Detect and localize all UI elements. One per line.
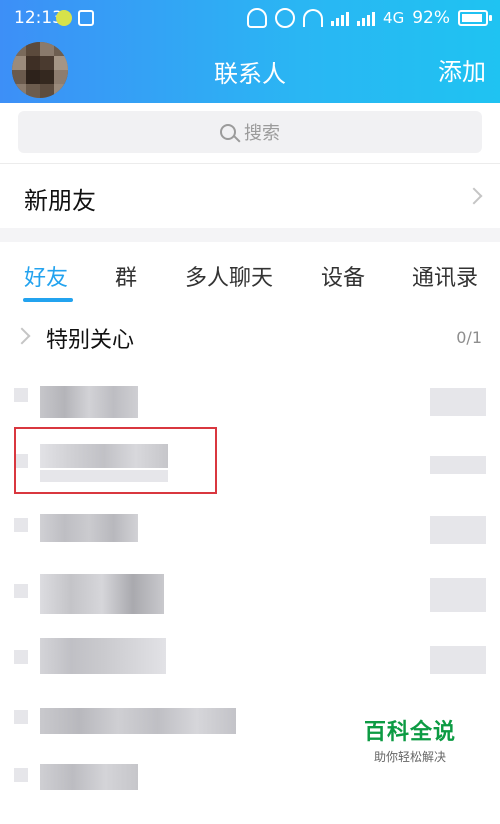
active-tab-indicator bbox=[23, 298, 73, 302]
blurred-status bbox=[430, 456, 486, 474]
watermark-tagline: 助你轻松解决 bbox=[373, 750, 446, 764]
blurred-avatar bbox=[14, 768, 28, 782]
tab-friends[interactable]: 好友 bbox=[24, 260, 68, 292]
watermark-brand: 百科全说 bbox=[363, 720, 456, 745]
battery-icon bbox=[458, 10, 492, 26]
blurred-name bbox=[40, 708, 236, 734]
tab-address-book[interactable]: 通讯录 bbox=[412, 260, 478, 292]
watermark: 百科全说 助你轻松解决 bbox=[364, 714, 456, 765]
blurred-avatar bbox=[14, 710, 28, 724]
new-friends-row[interactable]: 新朋友 bbox=[0, 164, 500, 228]
section-gap bbox=[0, 228, 500, 242]
blurred-name bbox=[40, 638, 166, 674]
group-special-care[interactable]: 特别关心 0/1 bbox=[0, 304, 500, 368]
blurred-name bbox=[40, 764, 138, 790]
header: 12:13 4G 92% 联系人 添加 bbox=[0, 0, 500, 103]
blurred-status bbox=[430, 516, 486, 544]
signal-icon bbox=[331, 10, 350, 26]
chevron-right-icon bbox=[465, 187, 483, 205]
group-count: 0/1 bbox=[456, 328, 482, 347]
wifi-icon bbox=[303, 9, 324, 27]
list-item[interactable] bbox=[0, 760, 500, 824]
alarm-icon bbox=[275, 8, 296, 28]
blurred-status bbox=[430, 578, 486, 612]
tab-multi-chat[interactable]: 多人聊天 bbox=[185, 260, 273, 292]
group-label: 特别关心 bbox=[46, 328, 135, 353]
blurred-status bbox=[430, 646, 486, 674]
title-bar: 联系人 添加 bbox=[0, 34, 500, 103]
list-item[interactable] bbox=[0, 370, 500, 434]
blurred-avatar bbox=[14, 388, 28, 402]
list-item[interactable] bbox=[0, 500, 500, 564]
tab-devices[interactable]: 设备 bbox=[321, 260, 365, 292]
blurred-avatar bbox=[14, 650, 28, 664]
search-placeholder: 搜索 bbox=[244, 123, 280, 144]
blurred-name bbox=[40, 386, 138, 418]
blurred-status bbox=[430, 388, 486, 416]
contact-tabs: 好友 群 多人聊天 设备 通讯录 bbox=[0, 242, 500, 305]
signal-icon-2 bbox=[357, 10, 376, 26]
network-type: 4G bbox=[383, 9, 405, 27]
blurred-name bbox=[40, 574, 164, 614]
chevron-right-icon bbox=[13, 327, 31, 345]
highlight-box bbox=[14, 427, 217, 494]
search-input[interactable]: 搜索 bbox=[18, 111, 482, 153]
add-button[interactable]: 添加 bbox=[438, 52, 486, 87]
tab-groups[interactable]: 群 bbox=[115, 260, 137, 292]
blurred-avatar bbox=[14, 518, 28, 532]
new-friends-label: 新朋友 bbox=[24, 187, 96, 215]
list-item[interactable] bbox=[0, 566, 500, 630]
blurred-avatar bbox=[14, 584, 28, 598]
status-right-icons: 4G 92% bbox=[247, 8, 492, 28]
blurred-name bbox=[40, 514, 138, 542]
search-area: 搜索 bbox=[0, 103, 500, 163]
search-icon bbox=[220, 124, 236, 140]
list-item[interactable] bbox=[0, 632, 500, 696]
page-title: 联系人 bbox=[214, 60, 286, 88]
qr-scan-icon bbox=[78, 10, 94, 26]
status-bar: 12:13 4G 92% bbox=[0, 0, 500, 34]
mute-bell-icon bbox=[247, 8, 268, 28]
app-notification-icon bbox=[56, 10, 72, 26]
battery-percent: 92% bbox=[412, 8, 450, 28]
